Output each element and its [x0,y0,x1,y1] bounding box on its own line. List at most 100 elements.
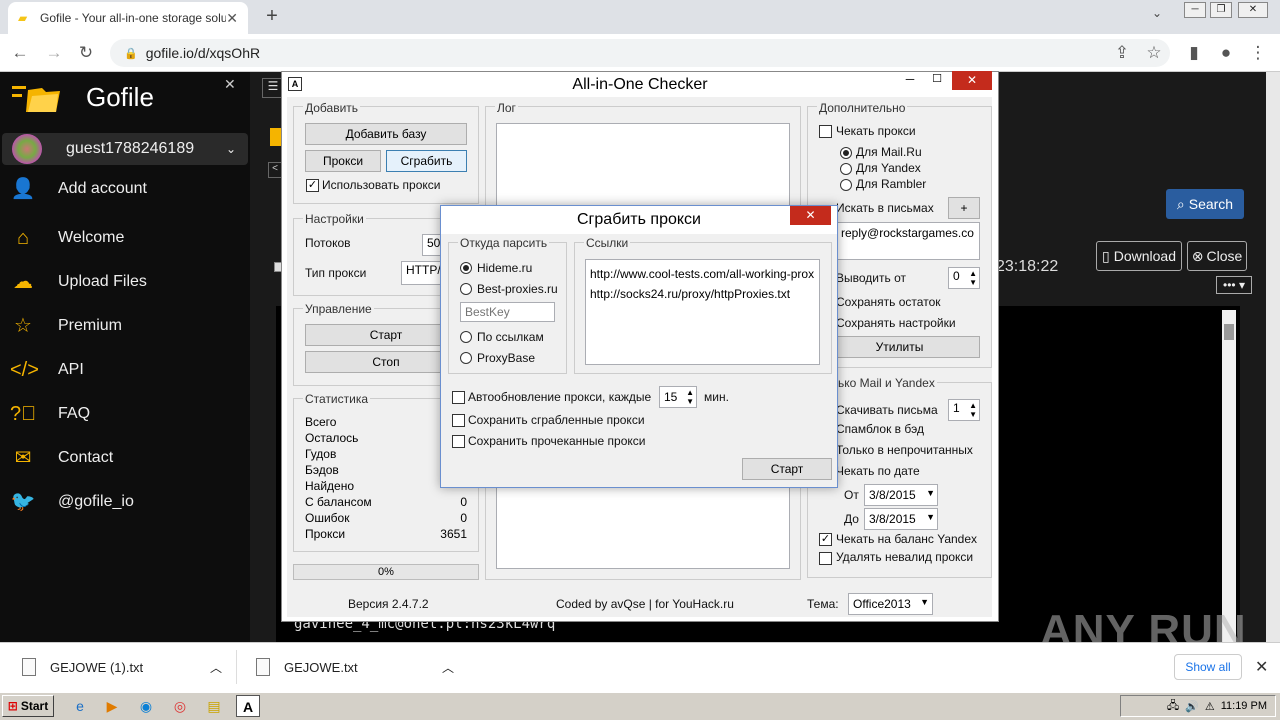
download-button[interactable]: ▯ Download [1096,241,1182,271]
delete-invalid-proxy-checkbox[interactable] [819,552,832,565]
stats-label: Бэдов [305,463,339,477]
yandex-balance-checkbox[interactable]: ✓ [819,533,832,546]
to-date-picker[interactable]: 3/8/2015 ▼ [864,508,938,530]
sidebar-item-label: Add account [58,180,147,197]
use-proxy-label: Использовать прокси [322,178,441,192]
chevron-up-icon[interactable]: ︿ [210,659,222,676]
edge-icon[interactable]: ◉ [134,695,158,717]
sidebar-item-add-account[interactable]: 👤 Add account [10,174,240,204]
address-bar[interactable]: 🔒 gofile.io/d/xqsOhR [110,39,1170,67]
sidebar-close-icon[interactable]: ✕ [224,76,236,93]
explorer-icon[interactable]: ▤ [202,695,226,717]
menu-icon[interactable]: ⋮ [1246,41,1270,65]
user-account-selector[interactable]: guest1788246189 ⌄ [2,133,248,165]
stats-label: Прокси [305,527,346,541]
show-all-button[interactable]: Show all [1174,654,1242,680]
search-button[interactable]: ⌕ Search [1166,189,1244,219]
save-grabbed-checkbox[interactable] [452,414,465,427]
sidebar-item-upload-files[interactable]: ☁ Upload Files [10,267,240,297]
proxybase-radio[interactable] [460,352,472,364]
restore-button[interactable]: ❐ [1210,2,1232,18]
mailru-radio[interactable] [840,147,852,159]
downloads-close-icon[interactable]: ✕ [1255,657,1268,677]
gofile-logo-icon [12,86,60,112]
sidebar-item-twitter[interactable]: 🐦 @gofile_io [10,487,240,517]
more-options-button[interactable]: ••• ▾ [1216,276,1252,294]
add-base-button[interactable]: Добавить базу [305,123,467,145]
divider [236,650,237,684]
ie-icon[interactable]: e [68,695,92,717]
from-date-picker[interactable]: 3/8/2015 ▼ [864,484,938,506]
to-label: До [844,512,859,526]
sidebar-item-api[interactable]: </> API [10,355,240,385]
checker-title: All-in-One Checker [282,72,998,98]
dialog-close-button[interactable]: ✕ [790,206,831,225]
download-mails-label: Скачивать письма [836,403,938,417]
start-button[interactable]: ⊞ Start [2,695,54,717]
side-panel-icon[interactable]: ▮ [1182,41,1206,65]
sidebar-item-faq[interactable]: ?⃝ FAQ [10,399,240,429]
back-icon[interactable]: ← [8,41,32,65]
stats-group-label: Статистика [303,392,371,406]
hideme-label: Hideme.ru [477,261,533,275]
tab-search-chevron-icon[interactable]: ⌄ [1152,6,1162,20]
checker-minimize-button[interactable]: ─ [898,72,922,90]
checker-close-button[interactable]: ✕ [952,71,992,90]
sidebar-item-premium[interactable]: ☆ Premium [10,311,240,341]
bestproxies-radio[interactable] [460,283,472,295]
page-scrollbar[interactable] [1266,72,1280,642]
check-proxy-checkbox[interactable] [819,125,832,138]
sidebar-item-welcome[interactable]: ⌂ Welcome [10,223,240,253]
download-mails-spinner[interactable]: 1 ▲ ▼ [948,399,980,421]
auto-update-checkbox[interactable] [452,391,465,404]
save-checked-label: Сохранить прочеканные прокси [468,434,646,448]
grab-button[interactable]: Сграбить [386,150,467,172]
code-icon: </> [10,359,39,381]
browser-tab[interactable]: ▰ Gofile - Your all-in-one storage solut… [8,2,248,34]
star-icon: ☆ [14,315,32,337]
bookmark-star-icon[interactable]: ☆ [1142,41,1166,65]
output-from-spinner[interactable]: 0 ▲ ▼ [948,267,980,289]
bestkey-input[interactable] [460,302,555,322]
browser-close-button[interactable]: ✕ [1238,2,1268,18]
dialog-start-button[interactable]: Старт [742,458,832,480]
links-textarea[interactable]: http://www.cool-tests.com/all-working-pr… [585,259,820,365]
tab-close-icon[interactable]: ✕ [226,10,238,27]
chrome-icon[interactable]: ◎ [168,695,192,717]
add-search-button[interactable]: + [948,197,980,219]
yandex-balance-label: Чекать на баланс Yandex [836,532,978,546]
back-arrow-icon[interactable]: < [268,162,282,178]
links-group-label: Ссылки [584,236,631,250]
gofile-favicon-icon: ▰ [18,11,28,25]
viewer-scrollbar[interactable] [1222,310,1236,642]
media-player-icon[interactable]: ▶ [100,695,124,717]
url-text: gofile.io/d/xqsOhR [145,45,261,61]
checker-maximize-button[interactable]: ☐ [926,72,948,90]
save-grabbed-label: Сохранить сграбленные прокси [468,413,645,427]
chevron-up-icon[interactable]: ︿ [442,659,454,676]
bylinks-radio[interactable] [460,331,472,343]
yandex-radio[interactable] [840,163,852,175]
new-tab-button[interactable]: + [260,4,284,28]
checker-taskbar-icon[interactable]: A [236,695,260,717]
download-item[interactable]: GEJOWE (1).txt ︿ [22,654,222,680]
reload-icon[interactable]: ↻ [74,41,98,65]
forward-icon[interactable]: → [42,41,66,65]
download-filename: GEJOWE (1).txt [50,659,144,675]
auto-update-spinner[interactable]: 15 ▲ ▼ [659,386,697,408]
close-button[interactable]: ⊗ Close [1187,241,1247,271]
download-item[interactable]: GEJOWE.txt ︿ [256,654,454,680]
rambler-radio[interactable] [840,179,852,191]
search-text-input[interactable]: reply@rockstargames.co [836,222,980,260]
profile-icon[interactable]: ● [1214,41,1238,65]
use-proxy-checkbox[interactable]: ✓ [306,179,319,192]
lock-icon: 🔒 [124,47,138,60]
utilities-button[interactable]: Утилиты [819,336,980,358]
theme-select[interactable]: Office2013 ▼ [848,593,933,615]
share-icon[interactable]: ⇪ [1110,41,1134,65]
proxy-button[interactable]: Прокси [305,150,381,172]
save-checked-checkbox[interactable] [452,435,465,448]
hideme-radio[interactable] [460,262,472,274]
minimize-button[interactable]: ─ [1184,2,1206,18]
sidebar-item-contact[interactable]: ✉ Contact [10,443,240,473]
